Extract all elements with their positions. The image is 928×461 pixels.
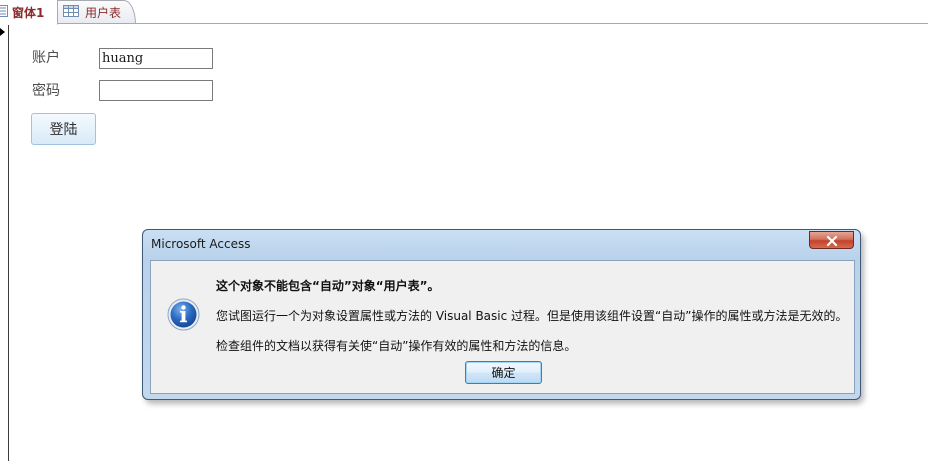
account-input[interactable] (99, 48, 213, 69)
form-icon (0, 4, 8, 20)
dialog-body: 这个对象不能包含“自动”对象“用户表”。 您试图运行一个为对象设置属性或方法的 … (150, 260, 855, 394)
tab-form1[interactable]: 窗体1 (0, 0, 58, 25)
dialog-title: Microsoft Access (151, 237, 251, 251)
tab-user-table[interactable]: 用户表 (58, 0, 136, 24)
login-button[interactable]: 登陆 (31, 113, 96, 145)
access-window: 窗体1 用户表 账户 密码 登陆 Microsoft Access (0, 0, 928, 461)
ok-button[interactable]: 确定 (465, 361, 542, 384)
record-selector-bar (8, 25, 9, 461)
dialog-hint: 检查组件的文档以获得有关使“自动”操作有效的属性和方法的信息。 (216, 339, 577, 353)
current-record-arrow-icon (0, 28, 5, 36)
info-icon (167, 298, 200, 331)
document-tab-strip: 窗体1 用户表 (0, 0, 928, 25)
tab-form1-label: 窗体1 (12, 5, 45, 20)
dialog-close-button[interactable] (809, 231, 854, 249)
password-label: 密码 (32, 83, 60, 99)
password-input[interactable] (99, 80, 213, 101)
table-icon (63, 4, 79, 20)
error-dialog: Microsoft Access 这个对象不能包含“自动”对象“用户表”。 您试… (142, 229, 861, 400)
account-label: 账户 (32, 50, 60, 66)
tab-user-table-label: 用户表 (85, 5, 122, 20)
dialog-message: 您试图运行一个为对象设置属性或方法的 Visual Basic 过程。但是使用该… (216, 309, 848, 323)
close-icon (826, 231, 838, 250)
dialog-headline: 这个对象不能包含“自动”对象“用户表”。 (216, 279, 440, 293)
